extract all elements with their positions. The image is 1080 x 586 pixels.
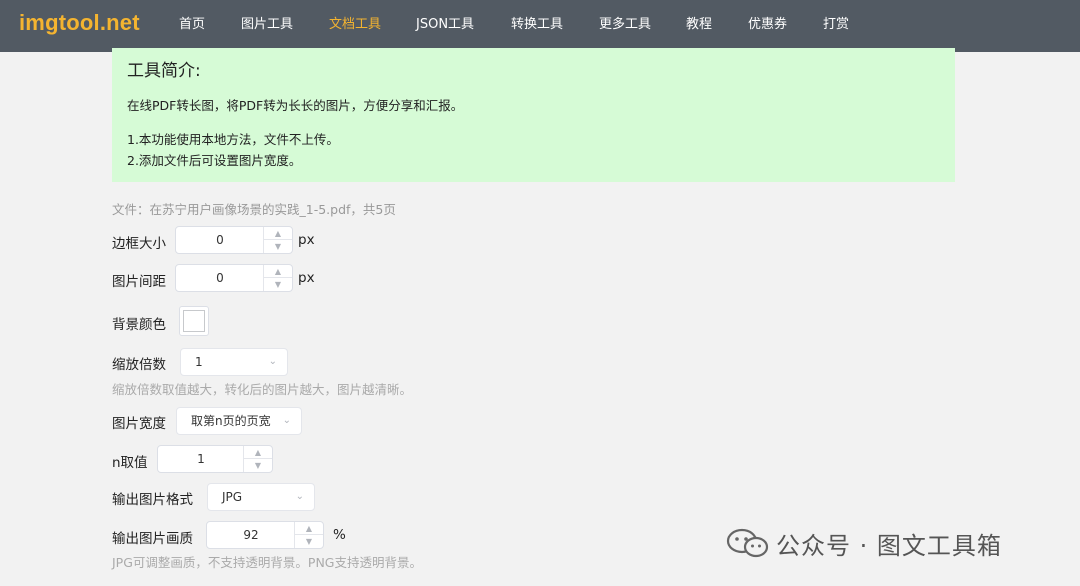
nav-image-tools[interactable]: 图片工具: [241, 0, 293, 52]
file-info-text: 文件：在苏宁用户画像场景的实践_1-5.pdf，共5页: [112, 202, 396, 217]
decrement-icon[interactable]: ▼: [264, 240, 292, 253]
tool-intro-panel: 工具简介: 在线PDF转长图，将PDF转为长长的图片，方便分享和汇报。 1.本功…: [112, 48, 955, 182]
intro-description: 在线PDF转长图，将PDF转为长长的图片，方便分享和汇报。: [127, 98, 464, 113]
nav-donate[interactable]: 打赏: [823, 0, 849, 52]
nav-json-tools[interactable]: JSON工具: [416, 0, 474, 52]
image-spacing-stepper[interactable]: 0 ▲ ▼: [175, 264, 293, 292]
output-format-value: JPG: [222, 490, 243, 504]
border-size-unit: px: [298, 232, 315, 248]
decrement-icon[interactable]: ▼: [244, 459, 272, 472]
color-swatch: [183, 310, 205, 332]
nav-home[interactable]: 首页: [179, 0, 205, 52]
chevron-down-icon: ⌄: [295, 491, 304, 502]
decrement-icon[interactable]: ▼: [295, 535, 323, 548]
n-value-label: n取值: [112, 455, 148, 471]
site-logo[interactable]: imgtool.net: [19, 10, 140, 36]
n-value-input[interactable]: 1: [158, 446, 244, 472]
intro-note-2: 2.添加文件后可设置图片宽度。: [127, 153, 302, 168]
bg-color-picker[interactable]: [179, 306, 209, 336]
image-width-label: 图片宽度: [112, 416, 166, 432]
increment-icon[interactable]: ▲: [295, 522, 323, 535]
border-size-value[interactable]: 0: [176, 227, 264, 253]
image-spacing-unit: px: [298, 270, 315, 286]
output-format-label: 输出图片格式: [112, 492, 193, 508]
stepper-arrows: ▲ ▼: [294, 522, 323, 548]
output-quality-label: 输出图片画质: [112, 531, 193, 547]
increment-icon[interactable]: ▲: [264, 265, 292, 278]
scale-value: 1: [195, 355, 203, 369]
image-width-value: 取第n页的页宽: [191, 414, 271, 428]
nav-more-tools[interactable]: 更多工具: [599, 0, 651, 52]
stepper-arrows: ▲ ▼: [263, 265, 292, 291]
nav-document-tools[interactable]: 文档工具: [329, 0, 381, 52]
stepper-arrows: ▲ ▼: [263, 227, 292, 253]
output-quality-unit: %: [333, 527, 346, 543]
output-quality-hint: JPG可调整画质，不支持透明背景。PNG支持透明背景。: [112, 555, 422, 570]
output-quality-value[interactable]: 92: [207, 522, 295, 548]
chevron-down-icon: ⌄: [268, 356, 277, 367]
wechat-icon: [726, 528, 769, 558]
scale-label: 缩放倍数: [112, 357, 166, 373]
image-width-select[interactable]: 取第n页的页宽 ⌄: [176, 407, 302, 435]
image-spacing-value[interactable]: 0: [176, 265, 264, 291]
increment-icon[interactable]: ▲: [264, 227, 292, 240]
image-spacing-label: 图片间距: [112, 274, 166, 290]
nav-convert-tools[interactable]: 转换工具: [511, 0, 563, 52]
nav-tutorials[interactable]: 教程: [686, 0, 712, 52]
n-value-stepper[interactable]: 1 ▲ ▼: [157, 445, 273, 473]
scale-hint: 缩放倍数取值越大，转化后的图片越大，图片越清晰。: [112, 382, 413, 397]
decrement-icon[interactable]: ▼: [264, 278, 292, 291]
output-format-select[interactable]: JPG ⌄: [207, 483, 315, 511]
intro-note-1: 1.本功能使用本地方法，文件不上传。: [127, 132, 339, 147]
increment-icon[interactable]: ▲: [244, 446, 272, 459]
watermark-text: 公众号 · 图文工具箱: [776, 532, 1002, 560]
intro-title: 工具简介:: [127, 61, 201, 81]
output-quality-stepper[interactable]: 92 ▲ ▼: [206, 521, 324, 549]
scale-select[interactable]: 1 ⌄: [180, 348, 288, 376]
border-size-stepper[interactable]: 0 ▲ ▼: [175, 226, 293, 254]
stepper-arrows: ▲ ▼: [243, 446, 272, 472]
border-size-label: 边框大小: [112, 236, 166, 252]
nav-coupons[interactable]: 优惠券: [748, 0, 787, 52]
chevron-down-icon: ⌄: [282, 415, 291, 426]
bg-color-label: 背景颜色: [112, 317, 166, 333]
top-navigation-bar: imgtool.net 首页 图片工具 文档工具 JSON工具 转换工具 更多工…: [0, 0, 1080, 52]
